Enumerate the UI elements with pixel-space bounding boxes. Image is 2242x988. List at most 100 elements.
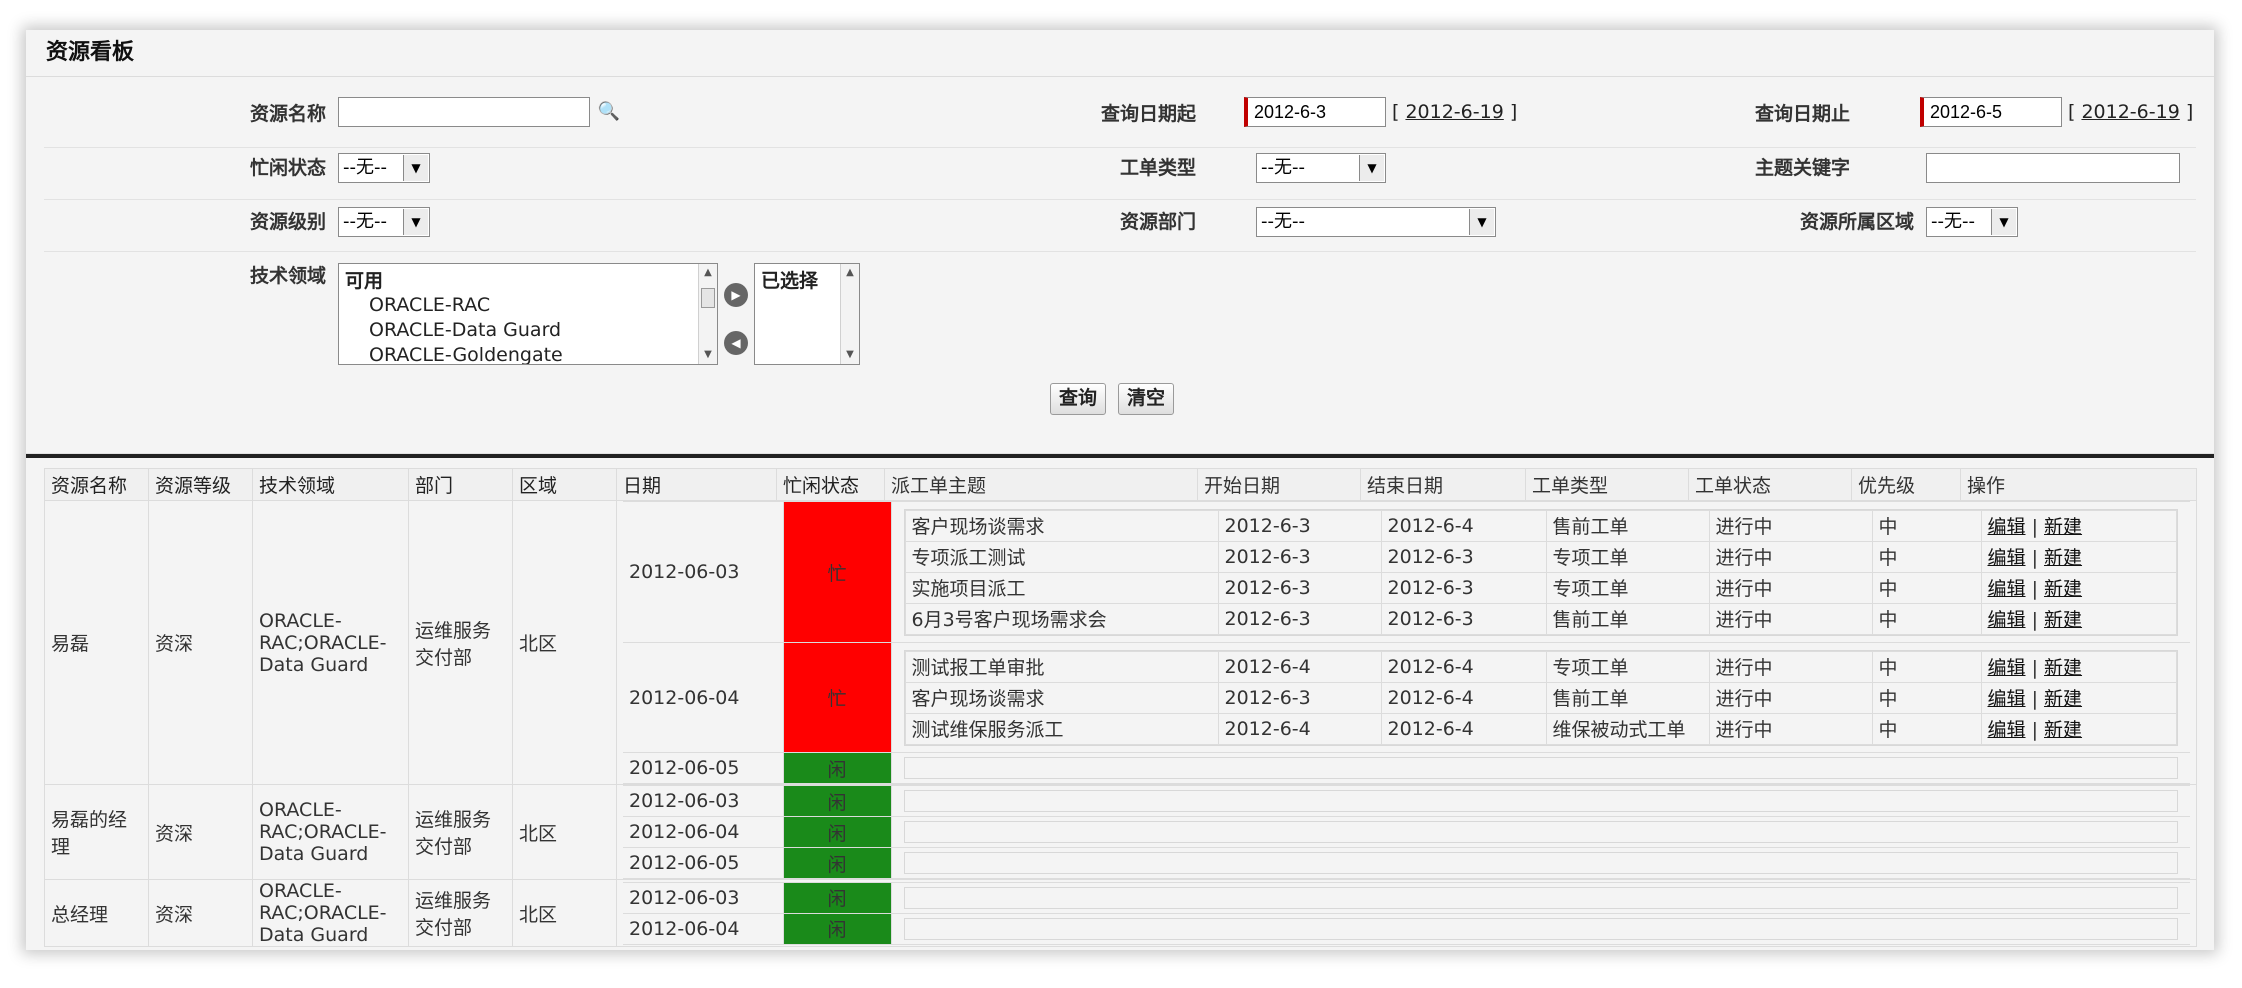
day-date: 2012-06-03	[623, 881, 784, 914]
day-tasks	[890, 847, 2190, 879]
task-subject: 6月3号客户现场需求会	[904, 602, 1219, 635]
table-row: 易磊 资深 ORACLE-RAC;ORACLE-Data Guard 运维服务交付部北…	[44, 500, 2197, 785]
task-actions: 编辑 | 新建	[1980, 571, 2177, 604]
task-priority: 中	[1871, 681, 1982, 714]
move-left-icon[interactable]: ◀	[724, 331, 748, 355]
busy-status-label: 忙闲状态	[249, 157, 326, 179]
task-actions: 编辑 | 新建	[1980, 540, 2177, 573]
selected-tech-list[interactable]: 已选择 ▲ ▼	[754, 263, 860, 365]
query-start-label: 查询日期起	[1100, 103, 1196, 125]
subject-keyword-label: 主题关键字	[1754, 157, 1850, 179]
resource-name-input[interactable]	[338, 97, 590, 127]
subject-keyword-input[interactable]	[1926, 153, 2180, 183]
new-link[interactable]: 新建	[2044, 609, 2082, 631]
table-row: 6月3号客户现场需求会 2012-6-3 2012-6-3 售前工单 进行中中编辑 | …	[904, 602, 2177, 635]
new-link[interactable]: 新建	[2044, 657, 2082, 679]
ticket-type-select[interactable]: --无-- ▼	[1256, 153, 1386, 183]
resource-dept: 运维服务交付部	[408, 879, 513, 947]
task-end: 2012-6-4	[1380, 712, 1547, 745]
chevron-up-icon[interactable]: ▲	[841, 264, 859, 282]
day-row: 2012-06-03 闲	[623, 785, 2190, 817]
col-header: 结束日期	[1360, 469, 1526, 500]
task-type: 维保被动式工单	[1545, 712, 1710, 745]
edit-link[interactable]: 编辑	[1988, 609, 2026, 631]
task-priority: 中	[1871, 602, 1982, 635]
resource-dept-select[interactable]: --无-- ▼	[1256, 207, 1496, 237]
scrollbar[interactable]: ▲ ▼	[698, 264, 717, 364]
col-header: 技术领域	[252, 468, 409, 501]
task-type: 售前工单	[1545, 602, 1710, 635]
task-priority: 中	[1871, 509, 1982, 542]
list-item[interactable]: ORACLE-Data Guard	[345, 318, 711, 343]
task-actions: 编辑 | 新建	[1980, 509, 2177, 542]
edit-link[interactable]: 编辑	[1988, 578, 2026, 600]
edit-link[interactable]: 编辑	[1988, 657, 2026, 679]
query-button[interactable]: 查询	[1050, 383, 1107, 415]
busy-status-cell: 闲	[782, 752, 892, 784]
resource-level: 资深	[148, 500, 253, 785]
resource-level-select[interactable]: --无-- ▼	[338, 207, 430, 237]
task-col-headers: 派工单主题 开始日期 结束日期 工单类型 工单状态 优先级 操作	[884, 468, 2197, 501]
new-link[interactable]: 新建	[2044, 719, 2082, 741]
edit-link[interactable]: 编辑	[1988, 688, 2026, 710]
table-row: 测试维保服务派工 2012-6-4 2012-6-4 维保被动式工单 进行中中编辑 | …	[904, 712, 2177, 745]
resource-board-panel: 资源看板 资源名称 🔍 查询日期起 [ 2012-6-19 ] 查询日期止 [ …	[26, 30, 2214, 950]
task-priority: 中	[1871, 540, 1982, 573]
chevron-down-icon[interactable]: ▼	[699, 346, 717, 364]
chevron-up-icon[interactable]: ▲	[699, 264, 717, 282]
available-tech-list[interactable]: 可用 ORACLE-RAC ORACLE-Data Guard ORACLE-G…	[338, 263, 718, 365]
task-state: 进行中	[1708, 602, 1873, 635]
scrollbar[interactable]: ▲ ▼	[840, 264, 859, 364]
query-end-input[interactable]	[1920, 97, 2062, 127]
new-link[interactable]: 新建	[2044, 578, 2082, 600]
scroll-thumb[interactable]	[701, 288, 715, 308]
resource-level: 资深	[148, 784, 253, 880]
query-start-today-link[interactable]: 2012-6-19	[1405, 101, 1503, 123]
task-type: 售前工单	[1545, 681, 1710, 714]
task-start: 2012-6-3	[1217, 602, 1382, 635]
action-separator: |	[2031, 516, 2038, 538]
resource-region-select[interactable]: --无-- ▼	[1926, 207, 2018, 237]
resource-region: 北区	[512, 500, 617, 785]
busy-status-cell: 闲	[782, 912, 892, 945]
col-header: 工单状态	[1688, 469, 1852, 500]
list-item[interactable]: ORACLE-RAC	[345, 293, 711, 318]
empty-task-bar	[903, 886, 2178, 909]
busy-status-select[interactable]: --无-- ▼	[338, 153, 430, 183]
task-state: 进行中	[1708, 650, 1873, 683]
task-list: 测试报工单审批 2012-6-4 2012-6-4 专项工单 进行中中编辑 | 新建 客户…	[903, 649, 2178, 746]
resource-dept: 运维服务交付部	[408, 784, 513, 880]
col-header: 资源名称	[44, 468, 149, 501]
day-row: 2012-06-04 闲	[623, 816, 2190, 848]
task-list: 客户现场谈需求 2012-6-3 2012-6-4 售前工单 进行中中编辑 | 新建 专项…	[903, 508, 2178, 636]
col-header: 区域	[512, 468, 617, 501]
chevron-down-icon[interactable]: ▼	[841, 346, 859, 364]
busy-status-cell: 忙	[782, 501, 892, 643]
day-tasks	[890, 881, 2190, 914]
lookup-icon[interactable]: 🔍	[596, 99, 622, 125]
edit-link[interactable]: 编辑	[1988, 516, 2026, 538]
new-link[interactable]: 新建	[2044, 547, 2082, 569]
clear-button[interactable]: 清空	[1118, 383, 1175, 415]
task-state: 进行中	[1708, 540, 1873, 573]
action-separator: |	[2031, 657, 2038, 679]
query-start-input[interactable]	[1244, 97, 1386, 127]
task-type: 专项工单	[1545, 571, 1710, 604]
edit-link[interactable]: 编辑	[1988, 547, 2026, 569]
list-item[interactable]: ORACLE-Goldengate	[345, 343, 711, 364]
new-link[interactable]: 新建	[2044, 688, 2082, 710]
move-right-icon[interactable]: ▶	[724, 283, 748, 307]
available-group-label: 可用	[345, 270, 384, 292]
new-link[interactable]: 新建	[2044, 516, 2082, 538]
table-row: 易磊的经理 资深 ORACLE-RAC;ORACLE-Data Guard 运维服务交…	[44, 784, 2197, 880]
action-separator: |	[2031, 719, 2038, 741]
query-end-today-link[interactable]: 2012-6-19	[2081, 101, 2179, 123]
edit-link[interactable]: 编辑	[1988, 719, 2026, 741]
task-actions: 编辑 | 新建	[1980, 681, 2177, 714]
resource-tech: ORACLE-RAC;ORACLE-Data Guard	[252, 879, 409, 947]
chevron-down-icon: ▼	[1359, 155, 1384, 181]
task-state: 进行中	[1708, 681, 1873, 714]
table-row: 专项派工测试 2012-6-3 2012-6-3 专项工单 进行中中编辑 | 新建	[904, 540, 2177, 573]
chevron-down-icon: ▼	[1469, 209, 1494, 235]
task-actions: 编辑 | 新建	[1980, 602, 2177, 635]
